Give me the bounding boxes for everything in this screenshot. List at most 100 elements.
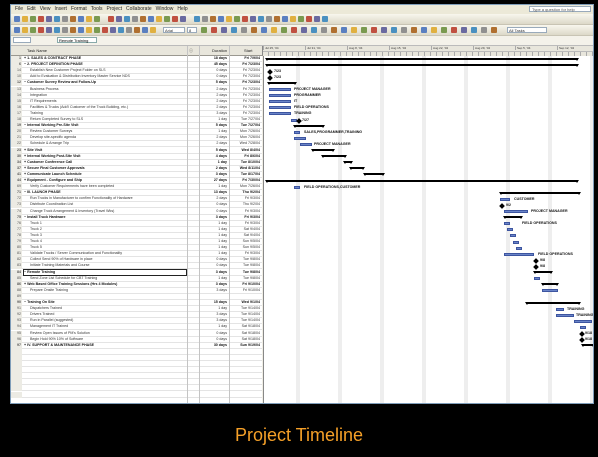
duration-cell[interactable]: 2 days [207,166,227,171]
duration-cell[interactable]: 2 days [207,196,227,201]
task-name-cell[interactable]: − Install Truck Hardware [24,215,186,220]
task-name-cell[interactable]: Verify Customer Requirements have been c… [24,184,192,189]
start-cell[interactable]: Fri 7/23/04 [230,99,260,104]
task-name-cell[interactable]: Dispatchers Trained [24,306,192,311]
task-name-cell[interactable]: − Training On Site [24,300,186,305]
column-header-start[interactable]: Start [244,46,252,55]
task-name-cell[interactable]: − Internal Working Pre-Site Visit [24,123,186,128]
format-button-icon[interactable] [411,27,417,33]
task-bar[interactable] [556,307,564,311]
start-cell[interactable]: Fri 7/23/04 [230,68,260,73]
task-name-cell[interactable]: + Web Based Office Training Sessions (Hr… [24,282,186,287]
start-cell[interactable]: Sun 9/19/04 [230,343,260,348]
start-cell[interactable]: Fri 7/23/04 [230,87,260,92]
font-select[interactable]: Arial [163,27,185,33]
duration-cell[interactable]: 2 days [207,105,227,110]
task-name-cell[interactable]: Schedule & Arrange Trip [24,141,192,146]
duration-cell[interactable]: 0 days [207,331,227,336]
duration-cell[interactable]: 1 day [207,251,227,256]
toolbar-button-icon[interactable] [258,16,264,22]
task-bar[interactable] [300,142,312,146]
task-name-cell[interactable]: + IV. SUPPORT & MAINTENANCE PHASE [24,343,186,348]
toolbar-button-icon[interactable] [194,16,200,22]
milestone[interactable] [533,264,539,270]
task-name-cell[interactable]: Prepare Onsite Training [24,288,192,293]
start-cell[interactable]: Tue 8/17/04 [230,172,260,177]
duration-cell[interactable]: 0 days [207,263,227,268]
duration-cell[interactable]: 18 days [207,56,227,61]
toolbar-button-icon[interactable] [250,16,256,22]
toolbar-button-icon[interactable] [298,16,304,22]
start-cell[interactable]: Fri 9/10/04 [230,288,260,293]
task-name-cell[interactable]: Validate Trucks / Server Communication a… [24,251,192,256]
duration-cell[interactable]: 5 days [207,123,227,128]
task-name-cell[interactable]: Run in Parallel (suggested) [24,318,192,323]
duration-cell[interactable]: 0 days [207,74,227,79]
toolbar-button-icon[interactable] [314,16,320,22]
format-button-icon[interactable] [134,27,140,33]
toolbar-button-icon[interactable] [124,16,130,22]
task-bar[interactable] [504,222,510,226]
duration-cell[interactable]: 3 days [207,111,227,116]
start-cell[interactable]: Fri 7/23/04 [230,62,260,67]
task-bar[interactable] [269,106,291,110]
format-button-icon[interactable] [102,27,108,33]
format-button-icon[interactable] [471,27,477,33]
task-name-cell[interactable]: Initiate Training Materials and Course [24,263,192,268]
toolbar-button-icon[interactable] [78,16,84,22]
summary-bar[interactable] [265,63,579,67]
menu-item-edit[interactable]: Edit [27,6,36,12]
task-name-cell[interactable]: IT Requirements [24,99,192,104]
duration-cell[interactable]: 1 day [207,306,227,311]
start-cell[interactable]: Fri 8/6/04 [230,154,260,159]
toolbar-button-icon[interactable] [140,16,146,22]
toolbar-button-icon[interactable] [210,16,216,22]
start-cell[interactable]: Tue 9/8/04 [230,270,260,275]
toolbar-button-icon[interactable] [242,16,248,22]
format-button-icon[interactable] [361,27,367,33]
format-button-icon[interactable] [271,27,277,33]
task-name-cell[interactable]: Truck 3 [24,233,192,238]
task-bar[interactable] [542,289,558,293]
format-button-icon[interactable] [301,27,307,33]
format-button-icon[interactable] [371,27,377,33]
format-button-icon[interactable] [201,27,207,33]
entry-field[interactable]: Remote Training [57,37,97,43]
duration-cell[interactable]: 4 days [207,154,227,159]
column-header-task-name[interactable]: Task Name [27,46,47,55]
toolbar-button-icon[interactable] [14,16,20,22]
summary-bar[interactable] [533,271,553,274]
column-divider[interactable] [229,46,230,403]
start-cell[interactable]: Fri 7/30/04 [230,178,260,183]
start-cell[interactable]: Tue 9/14/04 [230,306,260,311]
summary-bar[interactable] [265,179,579,183]
start-cell[interactable]: Sat 9/18/04 [230,331,260,336]
task-name-cell[interactable]: Run Trucks in Manufacturer to confirm Fu… [24,196,192,201]
task-bar[interactable] [513,240,519,244]
format-button-icon[interactable] [110,27,116,33]
toolbar-button-icon[interactable] [132,16,138,22]
toolbar-button-icon[interactable] [54,16,60,22]
menu-item-project[interactable]: Project [106,6,122,12]
start-cell[interactable]: Sun 9/5/04 [230,245,260,250]
format-button-icon[interactable] [431,27,437,33]
task-name-cell[interactable]: Truck 5 [24,245,192,250]
start-cell[interactable]: Fri 9/10/04 [230,282,260,287]
format-button-icon[interactable] [281,27,287,33]
task-bar[interactable] [269,100,291,104]
task-name-cell[interactable]: − 2. PROJECT DEFINITION PHASE [24,62,186,67]
start-cell[interactable]: Mon 7/26/04 [230,184,260,189]
start-cell[interactable]: Tue 7/27/04 [230,123,260,128]
column-header-duration[interactable]: Duration [212,46,227,55]
milestone[interactable] [499,203,505,209]
menu-item-view[interactable]: View [40,6,51,12]
toolbar-button-icon[interactable] [226,16,232,22]
toolbar-button-icon[interactable] [46,16,52,22]
toolbar-button-icon[interactable] [218,16,224,22]
start-cell[interactable]: Fri 7/23/04 [230,74,260,79]
task-name-cell[interactable]: + Secure Final Customer Approvals [24,166,186,171]
task-name-cell[interactable]: Facilities & Trucks (Add'l Customer of t… [24,105,192,110]
format-button-icon[interactable] [38,27,44,33]
toolbar-button-icon[interactable] [274,16,280,22]
duration-cell[interactable]: 2 days [207,93,227,98]
